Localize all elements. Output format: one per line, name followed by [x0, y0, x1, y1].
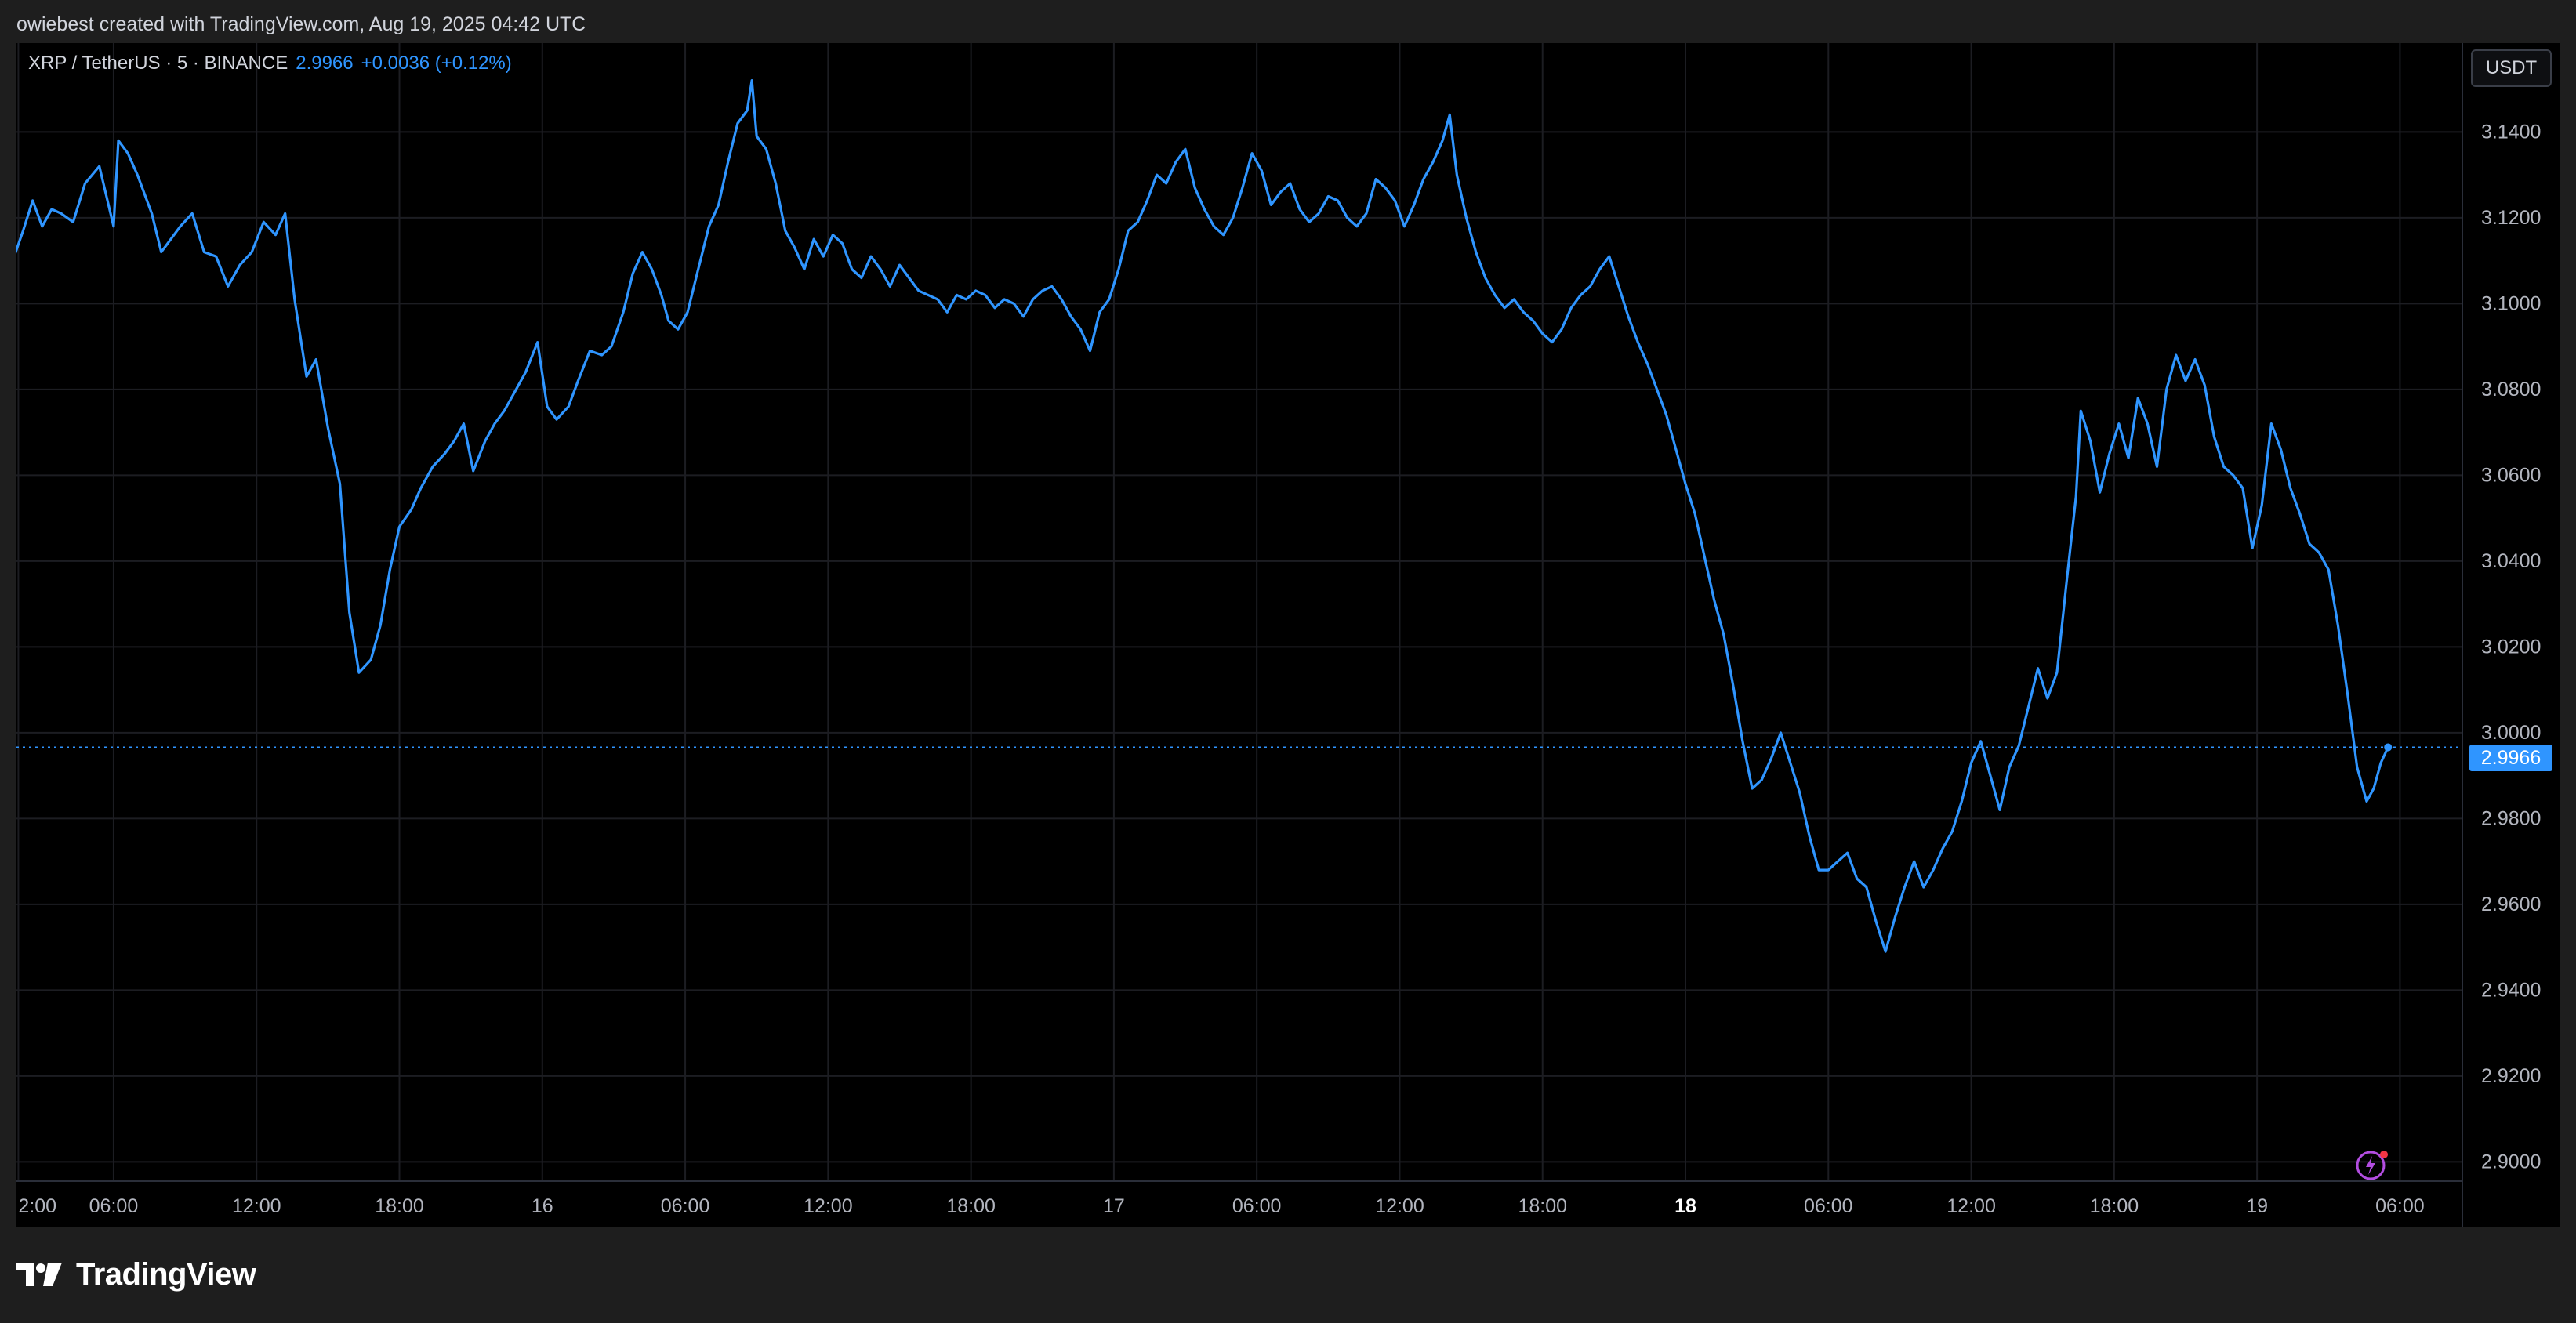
time-tick-label: 12:00	[1375, 1195, 1424, 1217]
price-tick-label: 2.9800	[2481, 807, 2541, 829]
time-tick-label: 12:00	[804, 1195, 853, 1217]
time-tick-label: 06:00	[2375, 1195, 2425, 1217]
time-tick-label: 12:00	[1947, 1195, 1996, 1217]
time-tick-label: 18:00	[2090, 1195, 2139, 1217]
vertical-gridlines	[17, 43, 2401, 1181]
price-tick-label: 3.0400	[2481, 550, 2541, 572]
flash-icon[interactable]	[2355, 1148, 2389, 1183]
price-tick-label: 2.9000	[2481, 1151, 2541, 1173]
price-tick-label: 2.9600	[2481, 893, 2541, 915]
time-tick-label: 12:00	[232, 1195, 281, 1217]
symbol-name: XRP / TetherUS · 5 · BINANCE	[28, 53, 288, 74]
price-tick-label: 3.0200	[2481, 636, 2541, 658]
legend-price: 2.9966	[296, 53, 354, 74]
price-axis: 3.1400 3.1200 3.1000 3.0800 3.0600 3.0400 3.02…	[2481, 121, 2541, 1173]
time-tick-label: 18	[1674, 1195, 1696, 1217]
price-tick-label: 2.9200	[2481, 1065, 2541, 1087]
legend-change: +0.0036 (+0.12%)	[361, 53, 512, 74]
time-axis: 2:00 06:00 12:00 18:00 16 06:00 12:00 18:00 17 06…	[18, 1195, 2424, 1217]
price-tick-label: 2.9400	[2481, 979, 2541, 1001]
price-tick-label: 3.0000	[2481, 722, 2541, 744]
symbol-legend[interactable]: XRP / TetherUS · 5 · BINANCE 2.9966 +0.003…	[28, 53, 512, 74]
time-tick-label: 18:00	[946, 1195, 996, 1217]
time-tick-label: 19	[2246, 1195, 2268, 1217]
time-tick-label: 17	[1103, 1195, 1125, 1217]
time-tick-label: 2:00	[18, 1195, 56, 1217]
last-price-dot	[2384, 743, 2393, 752]
currency-button[interactable]: USDT	[2471, 49, 2552, 87]
price-tick-label: 3.0800	[2481, 379, 2541, 401]
horizontal-gridlines	[16, 131, 2462, 1163]
time-tick-label: 06:00	[661, 1195, 710, 1217]
time-tick-label: 16	[532, 1195, 553, 1217]
tradingview-logo-icon	[16, 1263, 62, 1286]
brand-name: TradingView	[76, 1256, 256, 1292]
time-tick-label: 18:00	[1518, 1195, 1567, 1217]
last-price-badge: 2.9966	[2469, 745, 2552, 771]
chart-attribution: owiebest created with TradingView.com, A…	[16, 13, 586, 35]
price-line	[16, 79, 2389, 953]
price-tick-label: 3.1200	[2481, 207, 2541, 229]
price-chart[interactable]: 3.1400 3.1200 3.1000 3.0800 3.0600 3.0400 3.02…	[16, 43, 2560, 1227]
tradingview-logo[interactable]: TradingView	[16, 1255, 256, 1294]
price-tick-label: 3.1400	[2481, 121, 2541, 143]
price-tick-label: 3.1000	[2481, 292, 2541, 314]
chart-canvas[interactable]: 3.1400 3.1200 3.1000 3.0800 3.0600 3.0400 3.02…	[16, 43, 2560, 1227]
time-tick-label: 06:00	[89, 1195, 139, 1217]
price-tick-label: 3.0600	[2481, 464, 2541, 486]
time-tick-label: 06:00	[1232, 1195, 1282, 1217]
time-tick-label: 06:00	[1804, 1195, 1853, 1217]
time-tick-label: 18:00	[375, 1195, 424, 1217]
